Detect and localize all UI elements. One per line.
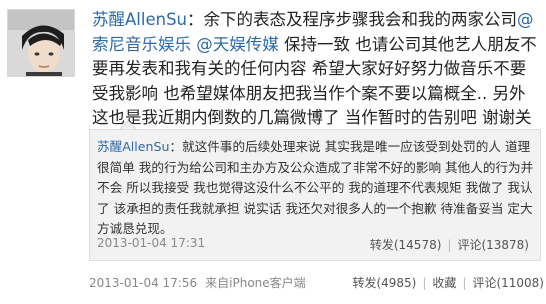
comment-link[interactable]: 评论(11008) xyxy=(472,276,544,290)
quoted-actions: 转发(14578) | 评论(13878) xyxy=(370,236,529,253)
post-colon: ： xyxy=(187,10,204,29)
actions-separator-1: | xyxy=(422,276,427,290)
quoted-author-link[interactable]: 苏醒AllenSu xyxy=(97,139,170,154)
quoted-repost-link[interactable]: 转发(14578) xyxy=(370,238,442,252)
favorite-link[interactable]: 收藏 xyxy=(432,276,456,290)
quoted-timestamp[interactable]: 2013-01-04 17:31 xyxy=(97,236,205,250)
avatar-portrait-icon xyxy=(8,10,74,76)
repost-link[interactable]: 转发(4985) xyxy=(352,276,416,290)
post-meta-left: 2013-01-04 17:56 来自iPhone客户端 xyxy=(89,274,306,291)
actions-separator-2: | xyxy=(462,276,467,290)
post-source[interactable]: 来自iPhone客户端 xyxy=(205,276,306,290)
post-timestamp[interactable]: 2013-01-04 17:56 xyxy=(89,276,197,290)
post-actions: 转发(4985) | 收藏 | 评论(11008) xyxy=(352,274,544,291)
quoted-post-content: 苏醒AllenSu：就这件事的后续处理来说 其实我是唯一应该受到处罚的人 道理很… xyxy=(97,137,537,240)
quoted-comment-link[interactable]: 评论(13878) xyxy=(457,238,529,252)
quoted-colon: ： xyxy=(169,139,183,154)
mention-tianyu-media[interactable]: @天娱传媒 xyxy=(196,35,279,54)
quoted-separator: | xyxy=(447,238,452,252)
post-author-link[interactable]: 苏醒AllenSu xyxy=(92,10,187,29)
user-avatar[interactable] xyxy=(7,9,75,77)
post-text-part-1: 余下的表态及程序步骤我会和我的两家公司 xyxy=(203,10,518,29)
